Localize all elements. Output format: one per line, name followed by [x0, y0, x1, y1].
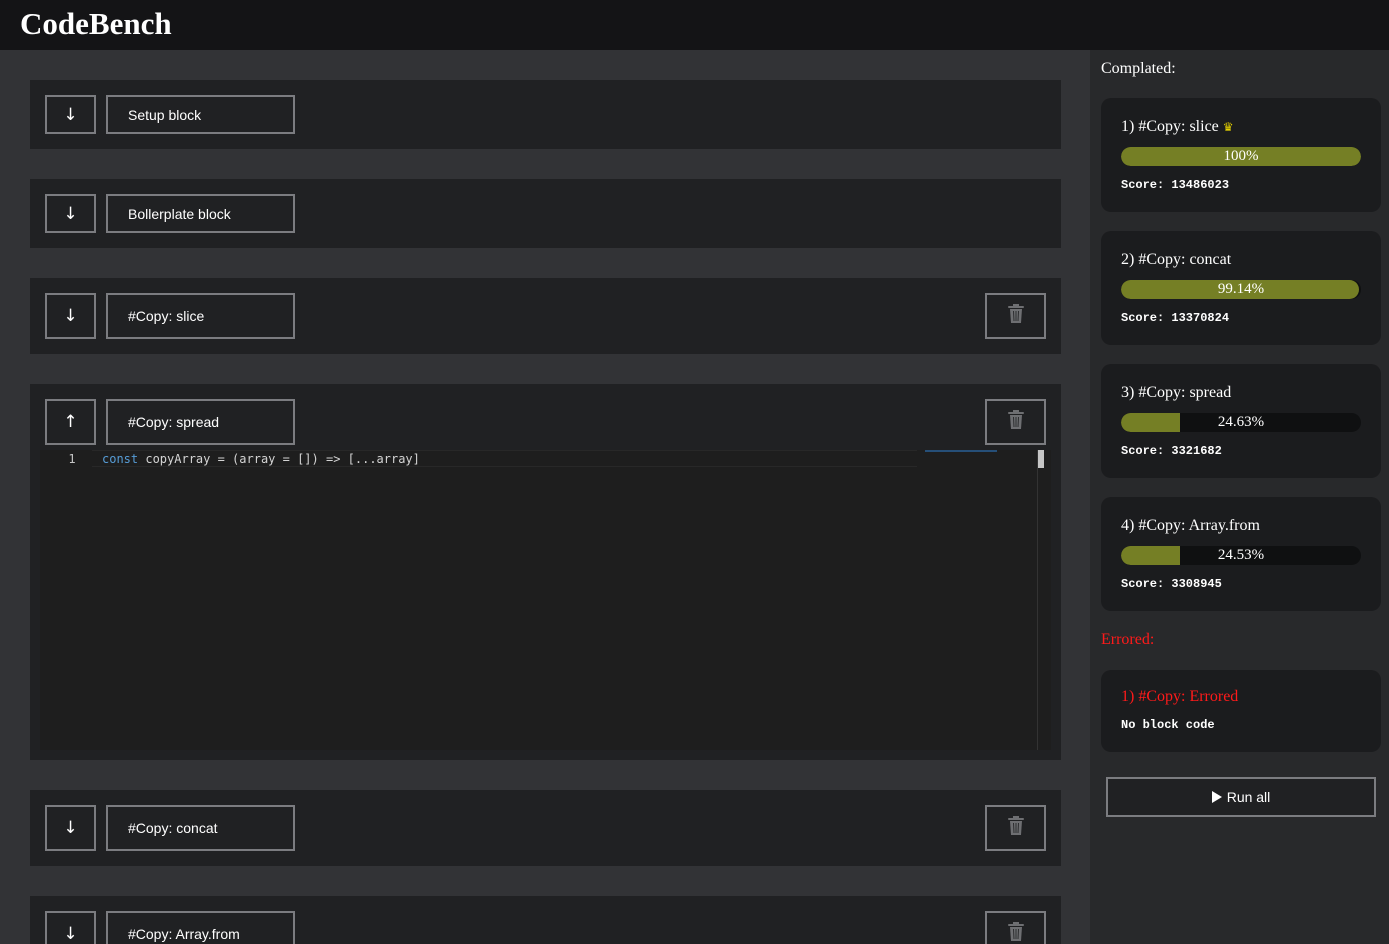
block-setup: ↓ Setup block	[30, 80, 1061, 149]
trash-icon	[1007, 815, 1025, 841]
score-text: Score: 3321682	[1121, 444, 1222, 458]
progress-label: 99.14%	[1217, 281, 1265, 297]
block-name-field[interactable]: #Copy: Array.from	[106, 911, 295, 944]
expand-toggle-button[interactable]: ↓	[45, 293, 96, 339]
block-name-field[interactable]: Setup block	[106, 95, 295, 134]
completed-title: Complated:	[1101, 60, 1176, 77]
errored-title: Errored:	[1101, 631, 1155, 648]
app-header: CodeBench	[0, 0, 1389, 50]
block-copy-concat: ↓ #Copy: concat	[30, 790, 1061, 866]
progress-bar: 24.63%	[1121, 413, 1361, 432]
delete-block-button[interactable]	[985, 805, 1046, 851]
crown-icon: ♛	[1222, 120, 1234, 134]
progress-label: 24.63%	[1217, 414, 1265, 430]
result-name: 4) #Copy: Array.from	[1121, 517, 1260, 534]
code-line[interactable]: const copyArray = (array = []) => [...ar…	[102, 452, 420, 466]
block-copy-slice: ↓ #Copy: slice	[30, 278, 1061, 354]
result-card: 3) #Copy: spread 24.63% Score: 3321682	[1101, 364, 1381, 478]
score-text: Score: 13370824	[1121, 311, 1230, 325]
trash-icon	[1007, 921, 1025, 944]
results-sidebar: Complated: 1) #Copy: slice ♛ 100% Score: …	[1090, 50, 1389, 944]
delete-block-button[interactable]	[985, 293, 1046, 339]
run-all-button[interactable]: Run all	[1106, 777, 1376, 817]
blocks-panel: ↓ Setup block ↓ Bollerplate block ↓ #Cop…	[0, 50, 1090, 944]
editor-scrollbar-thumb[interactable]	[1038, 450, 1044, 468]
block-copy-spread: ↑ #Copy: spread 1 const copyArray = (arr…	[30, 384, 1061, 760]
delete-block-button[interactable]	[985, 399, 1046, 445]
block-name-field[interactable]: #Copy: slice	[106, 293, 295, 339]
collapse-toggle-button[interactable]: ↑	[45, 399, 96, 445]
error-card: 1) #Copy: Errored No block code	[1101, 670, 1381, 752]
result-card: 4) #Copy: Array.from 24.53% Score: 33089…	[1101, 497, 1381, 611]
expand-toggle-button[interactable]: ↓	[45, 194, 96, 233]
progress-bar: 99.14%	[1121, 280, 1361, 299]
app-title: CodeBench	[20, 6, 172, 41]
block-name-field[interactable]: Bollerplate block	[106, 194, 295, 233]
score-text: Score: 3308945	[1121, 577, 1222, 591]
block-name-field[interactable]: #Copy: spread	[106, 399, 295, 445]
result-name: 2) #Copy: concat	[1121, 251, 1232, 268]
block-copy-array-from: ↓ #Copy: Array.from	[30, 896, 1061, 944]
result-card: 1) #Copy: slice ♛ 100% Score: 13486023	[1101, 98, 1381, 212]
minimap[interactable]	[925, 450, 997, 452]
result-name: 3) #Copy: spread	[1121, 384, 1232, 401]
block-name-field[interactable]: #Copy: concat	[106, 805, 295, 851]
score-text: Score: 13486023	[1121, 178, 1230, 192]
progress-bar: 100%	[1121, 147, 1361, 166]
code-text: copyArray = (array = []) => [...array]	[138, 452, 420, 466]
progress-bar: 24.53%	[1121, 546, 1361, 565]
trash-icon	[1007, 409, 1025, 435]
delete-block-button[interactable]	[985, 911, 1046, 944]
error-name: 1) #Copy: Errored	[1121, 688, 1239, 705]
code-editor[interactable]: 1 const copyArray = (array = []) => [...…	[40, 450, 1051, 750]
expand-toggle-button[interactable]: ↓	[45, 805, 96, 851]
editor-scrollbar[interactable]	[1037, 450, 1038, 750]
progress-label: 100%	[1223, 148, 1259, 164]
progress-label: 24.53%	[1217, 547, 1265, 563]
trash-icon	[1007, 303, 1025, 329]
block-boilerplate: ↓ Bollerplate block	[30, 179, 1061, 248]
expand-toggle-button[interactable]: ↓	[45, 95, 96, 134]
result-card: 2) #Copy: concat 99.14% Score: 13370824	[1101, 231, 1381, 345]
error-message: No block code	[1121, 718, 1215, 732]
result-name: 1) #Copy: slice ♛	[1121, 118, 1234, 135]
run-all-label: Run all	[1226, 789, 1271, 805]
code-keyword: const	[102, 452, 139, 466]
expand-toggle-button[interactable]: ↓	[45, 911, 96, 944]
play-icon	[1211, 791, 1222, 803]
line-number: 1	[68, 452, 76, 466]
